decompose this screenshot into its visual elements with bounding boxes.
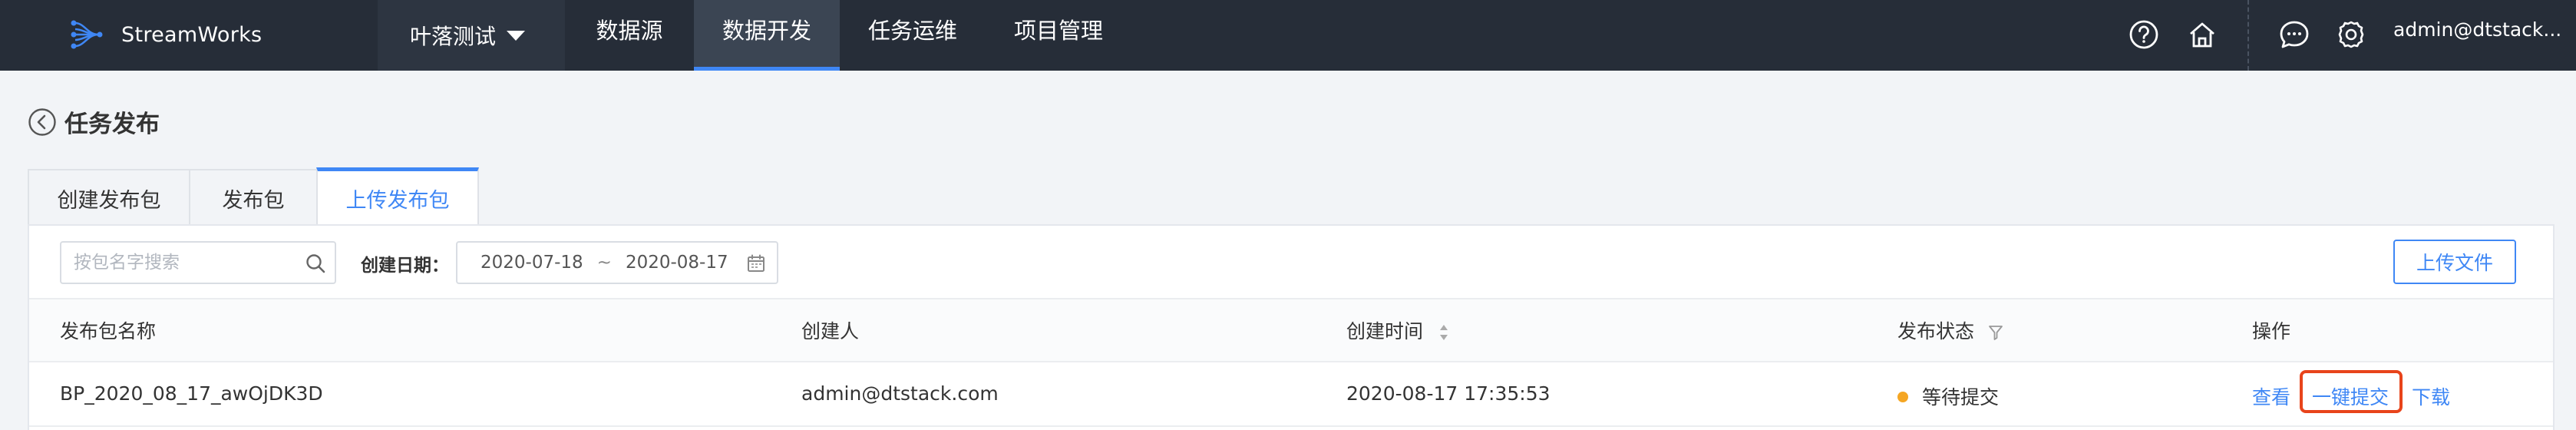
help-icon[interactable] [2126, 17, 2162, 52]
date-separator: ~ [596, 253, 612, 273]
column-header-creator: 创建人 [801, 320, 860, 342]
page-title: 任务发布 [64, 111, 160, 138]
view-link[interactable]: 查看 [2252, 382, 2290, 410]
caret-down-icon [507, 30, 526, 41]
page-header: 任务发布 [28, 104, 160, 139]
cell-package-name: BP_2020_08_17_awOjDK3D [60, 382, 323, 405]
logo-text: StreamWorks [121, 22, 263, 47]
column-header-created-time[interactable]: 创建时间 [1346, 316, 1449, 344]
filter-icon[interactable] [1988, 324, 2003, 341]
cell-status: 等待提交 [1897, 382, 1999, 410]
date-filter-label: 创建日期： [361, 256, 449, 276]
nav-divider [2247, 0, 2249, 71]
nav-item-data-dev[interactable]: 数据开发 [694, 0, 840, 71]
user-menu[interactable]: admin@dtstack... [2393, 18, 2561, 41]
column-header-status-label: 发布状态 [1897, 320, 1975, 342]
column-header-created-time-label: 创建时间 [1346, 320, 1424, 342]
project-name: 叶落测试 [410, 24, 497, 49]
cell-creator: admin@dtstack.com [801, 382, 999, 405]
table-row [29, 362, 2553, 427]
date-start: 2020-07-18 [481, 253, 583, 273]
logo[interactable]: StreamWorks [68, 15, 262, 54]
column-header-status[interactable]: 发布状态 [1897, 316, 2003, 344]
date-range-picker[interactable]: 2020-07-18 ~ 2020-08-17 [456, 241, 778, 284]
upload-file-button[interactable]: 上传文件 [2393, 240, 2516, 284]
column-header-package-name: 发布包名称 [60, 320, 157, 342]
cell-created-time: 2020-08-17 17:35:53 [1346, 382, 1551, 405]
streamworks-logo-icon [71, 20, 103, 49]
nav-item-datasource[interactable]: 数据源 [565, 0, 694, 71]
message-icon[interactable] [2277, 17, 2312, 52]
tab-upload-package[interactable]: 上传发布包 [316, 167, 479, 226]
calendar-icon [748, 254, 765, 272]
status-dot [1897, 392, 1908, 402]
tab-create-package[interactable]: 创建发布包 [28, 169, 190, 226]
nav-item-project-mgmt[interactable]: 项目管理 [986, 0, 1131, 71]
tab-packages[interactable]: 发布包 [189, 169, 318, 226]
package-search-input[interactable] [61, 243, 292, 283]
settings-gear-icon[interactable] [2333, 17, 2369, 52]
status-label: 等待提交 [1922, 386, 2000, 408]
top-nav-bar: StreamWorks 叶落测试 数据源 数据开发 任务运维 项目管理 admi… [0, 0, 2576, 71]
one-click-submit-link[interactable]: 一键提交 [2312, 382, 2389, 410]
home-icon[interactable] [2185, 17, 2220, 52]
column-header-actions: 操作 [2252, 320, 2291, 342]
date-end: 2020-08-17 [625, 253, 728, 273]
project-selector[interactable]: 叶落测试 [378, 0, 565, 71]
search-icon[interactable] [304, 252, 327, 275]
sort-icon[interactable] [1438, 322, 1449, 342]
package-search-box [60, 241, 336, 284]
nav-item-task-ops[interactable]: 任务运维 [840, 0, 986, 71]
download-link[interactable]: 下载 [2412, 382, 2450, 410]
back-icon[interactable] [28, 108, 57, 137]
table-header [29, 298, 2553, 362]
